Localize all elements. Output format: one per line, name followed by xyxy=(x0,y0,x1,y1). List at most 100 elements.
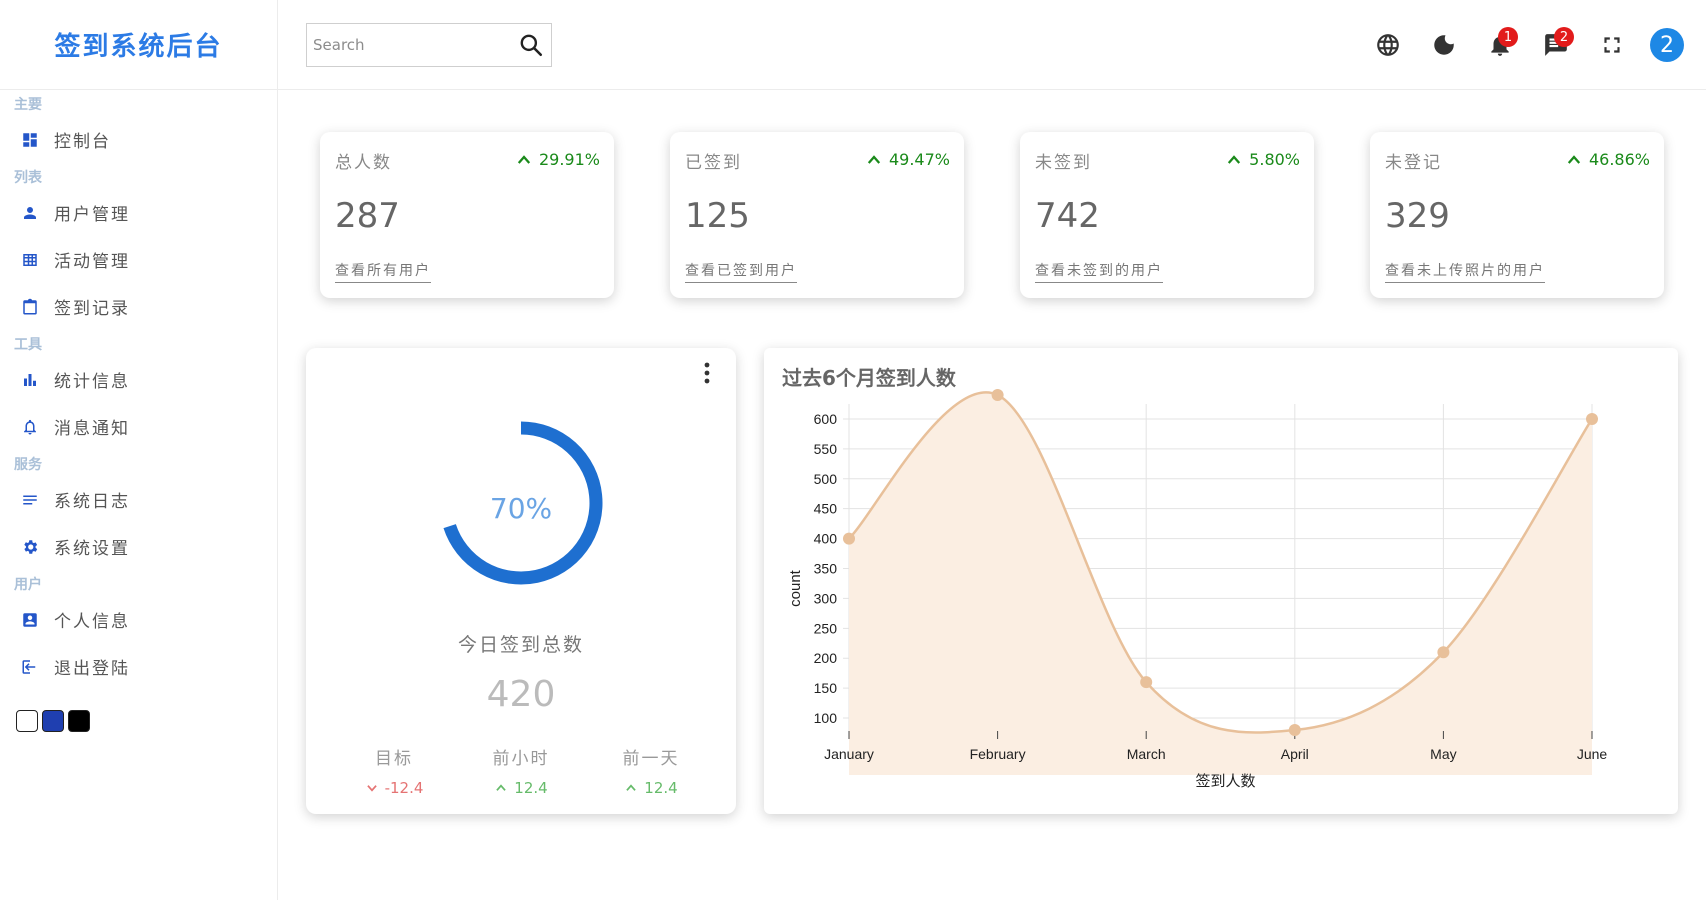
sidebar-item[interactable]: 控制台 xyxy=(0,116,277,163)
data-point[interactable] xyxy=(843,532,855,545)
sidebar: 签到系统后台 主要 控制台 列表 用户管理 活动管理 签到记录 工具 统计信息 消息通知 服务 系统… xyxy=(0,0,278,900)
sidebar-item[interactable]: 统计信息 xyxy=(0,356,277,403)
language-icon[interactable] xyxy=(1360,25,1416,65)
nav-section-label: 主要 xyxy=(14,97,42,113)
x-tick-label: April xyxy=(1281,746,1309,762)
stat-card: 已签到 49.47% 125 查看已签到用户 xyxy=(670,132,964,298)
sidebar-item-label: 签到记录 xyxy=(54,299,130,319)
y-tick-label: 350 xyxy=(814,561,838,577)
stat-change: 5.80% xyxy=(1225,150,1300,169)
person-icon xyxy=(20,203,40,223)
sidebar-item[interactable]: 退出登陆 xyxy=(0,643,277,690)
stat-card: 未签到 5.80% 742 查看未签到的用户 xyxy=(1020,132,1314,298)
arrow-up-icon xyxy=(1228,154,1241,164)
gear-icon xyxy=(20,537,40,557)
data-point[interactable] xyxy=(991,389,1004,402)
sidebar-item[interactable]: 用户管理 xyxy=(0,189,277,236)
sidebar-item[interactable]: 活动管理 xyxy=(0,236,277,283)
stat-link[interactable]: 查看所有用户 xyxy=(335,260,431,283)
data-point[interactable] xyxy=(1586,412,1598,425)
sidebar-item[interactable]: 系统设置 xyxy=(0,523,277,570)
data-point[interactable] xyxy=(1140,676,1153,689)
stat-change: 29.91% xyxy=(515,150,600,169)
sidebar-nav: 主要 控制台 列表 用户管理 活动管理 签到记录 工具 统计信息 消息通知 服务 系统日志 系统设置用… xyxy=(0,90,277,690)
x-tick-label: February xyxy=(970,746,1026,762)
sidebar-item[interactable]: 签到记录 xyxy=(0,283,277,330)
x-tick-label: January xyxy=(824,746,874,762)
y-tick-label: 300 xyxy=(814,590,838,606)
stat-change: 46.86% xyxy=(1565,150,1650,169)
topbar-actions: 1 2 2 xyxy=(1360,0,1706,90)
y-tick-label: 100 xyxy=(814,710,838,726)
metric-label: 目标 xyxy=(375,749,413,769)
sidebar-item-label: 退出登陆 xyxy=(54,659,130,679)
notifications-button[interactable]: 1 xyxy=(1472,25,1528,65)
notifications-badge: 1 xyxy=(1498,27,1518,47)
list-icon xyxy=(20,490,40,510)
stat-card: 未登记 46.86% 329 查看未上传照片的用户 xyxy=(1370,132,1664,298)
sidebar-item-label: 系统日志 xyxy=(54,492,130,512)
stat-link[interactable]: 查看已签到用户 xyxy=(685,260,797,283)
y-tick-label: 200 xyxy=(814,650,838,666)
metric-label: 前小时 xyxy=(492,749,550,769)
search-icon[interactable] xyxy=(511,32,551,58)
stat-value: 287 xyxy=(335,196,400,236)
logout-icon xyxy=(20,657,40,677)
metric-value: 12.4 xyxy=(514,779,548,797)
stat-change: 49.47% xyxy=(865,150,950,169)
today-caption: 今日签到总数 xyxy=(457,634,584,656)
sidebar-item[interactable]: 消息通知 xyxy=(0,403,277,450)
clipboard-icon xyxy=(20,297,40,317)
search-input[interactable] xyxy=(307,24,511,66)
stat-title: 未签到 xyxy=(1035,153,1092,173)
arrow-up-icon xyxy=(626,784,637,791)
theme-swatch[interactable] xyxy=(42,710,64,732)
x-axis-label: 签到人数 xyxy=(1195,772,1255,790)
sidebar-item-label: 系统设置 xyxy=(54,539,130,559)
x-tick-label: May xyxy=(1430,746,1456,762)
stat-value: 329 xyxy=(1385,196,1450,236)
metric-value-row: 12.4 xyxy=(591,779,711,797)
stat-title: 已签到 xyxy=(685,153,742,173)
arrow-up-icon xyxy=(517,154,531,164)
more-vert-icon[interactable] xyxy=(700,360,714,386)
theme-swatch[interactable] xyxy=(68,710,90,732)
stat-title: 未登记 xyxy=(1385,153,1442,173)
stat-link[interactable]: 查看未上传照片的用户 xyxy=(1385,260,1545,283)
y-tick-label: 250 xyxy=(814,620,838,636)
dark-mode-icon[interactable] xyxy=(1416,25,1472,65)
app-logo[interactable]: 签到系统后台 xyxy=(0,0,277,90)
fullscreen-icon[interactable] xyxy=(1584,25,1640,65)
nav-section-label: 用户 xyxy=(14,577,42,593)
stat-change-value: 29.91% xyxy=(538,150,600,169)
y-tick-label: 600 xyxy=(814,411,838,427)
today-metric: 目标 -12.4 xyxy=(334,744,454,797)
sidebar-item[interactable]: 系统日志 xyxy=(0,476,277,523)
stat-value: 742 xyxy=(1035,196,1100,236)
x-tick-label: March xyxy=(1127,746,1166,762)
sidebar-item[interactable]: 个人信息 xyxy=(0,596,277,643)
avatar[interactable]: 2 xyxy=(1650,28,1684,62)
sidebar-item-label: 用户管理 xyxy=(54,205,130,225)
messages-badge: 2 xyxy=(1554,27,1574,47)
arrow-up-icon xyxy=(496,784,507,791)
stat-card: 总人数 29.91% 287 查看所有用户 xyxy=(320,132,614,298)
metric-value-row: 12.4 xyxy=(461,779,581,797)
theme-swatch[interactable] xyxy=(16,710,38,732)
data-point[interactable] xyxy=(1437,646,1450,659)
stat-title: 总人数 xyxy=(335,153,392,173)
stat-change-value: 5.80% xyxy=(1249,150,1300,169)
today-metric: 前一天 12.4 xyxy=(591,744,711,797)
arrow-up-icon xyxy=(1567,154,1581,164)
messages-button[interactable]: 2 xyxy=(1528,25,1584,65)
today-metric: 前小时 12.4 xyxy=(461,744,581,797)
y-axis-label: count xyxy=(787,569,804,607)
metric-value: -12.4 xyxy=(384,779,424,797)
stat-change-value: 46.86% xyxy=(1588,150,1650,169)
metric-value-row: -12.4 xyxy=(334,779,454,797)
data-point[interactable] xyxy=(1288,724,1301,737)
sidebar-item-label: 控制台 xyxy=(54,132,111,152)
stat-link[interactable]: 查看未签到的用户 xyxy=(1035,260,1163,283)
arrow-down-icon xyxy=(366,785,377,792)
table-icon xyxy=(20,250,40,270)
